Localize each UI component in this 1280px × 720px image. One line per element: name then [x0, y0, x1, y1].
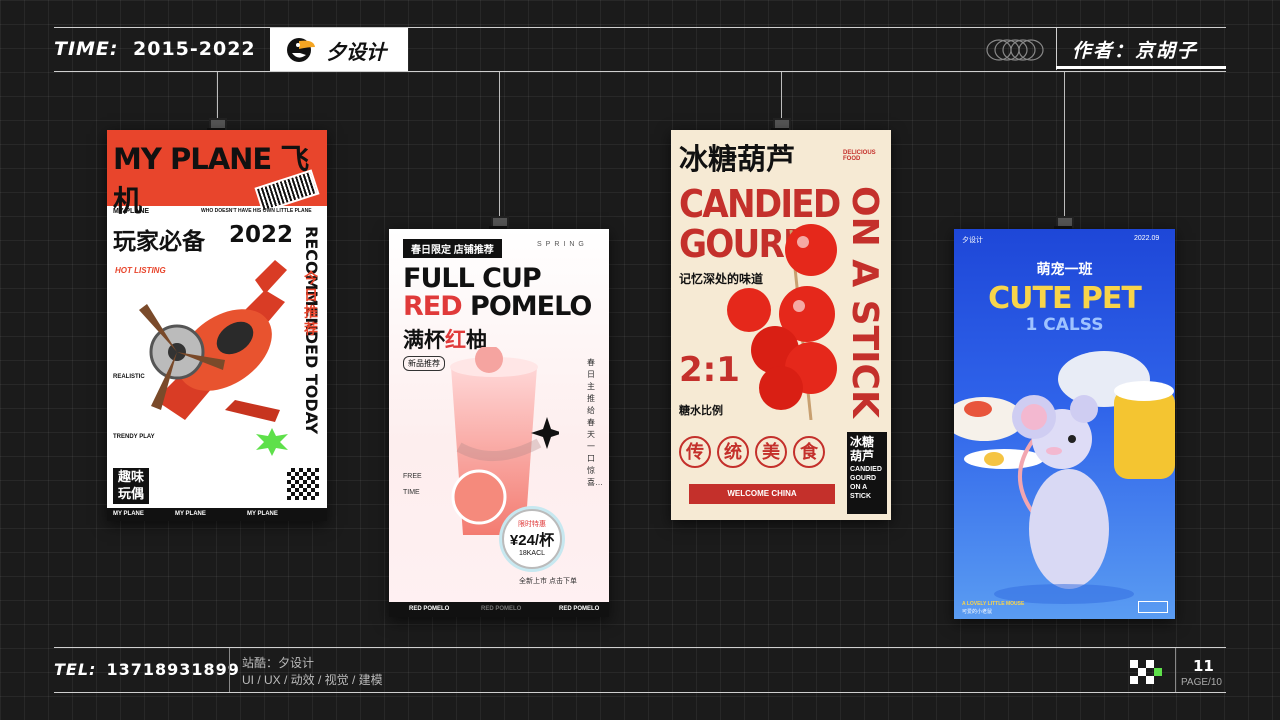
poster-red-pomelo[interactable]: 春日限定 店铺推荐 SPRING FULL CUP RED POMELO 满杯红…: [389, 229, 609, 617]
poster-date: 2022.09: [1134, 235, 1160, 242]
author-underline: [1056, 66, 1226, 69]
author: 作者：京胡子: [1072, 40, 1199, 62]
sugar-ratio-label: 糖水比例: [679, 405, 723, 417]
time-label: TIME:: [54, 38, 119, 60]
price-badge[interactable]: 限时特惠 ¥24/杯 18KACL: [502, 509, 562, 569]
welcome-china-ribbon: WELCOME CHINA: [689, 484, 835, 504]
poster-corner-logo: [1138, 601, 1168, 613]
label-realistic: REALISTIC: [113, 374, 145, 380]
spring-limited-tag: 春日限定 店铺推荐: [403, 239, 502, 258]
fun-toy-badge: 趣味玩偶: [113, 468, 149, 504]
strip-left: MY PLANE: [113, 208, 150, 215]
binder-clip-2: [489, 216, 509, 229]
traditional-food-circles: 传统美食: [679, 436, 831, 468]
candied-gourd-box: 冰糖葫芦 CANDIED GOURD ON A STICK: [847, 432, 887, 514]
binder-clip-4: [1054, 216, 1074, 229]
poster-headline-line2: RED POMELO: [403, 291, 592, 322]
hanging-string-1: [217, 72, 218, 122]
poster-cn-title: 冰糖葫芦: [679, 142, 796, 176]
time-value: 2015-2022: [133, 38, 256, 60]
spring-label: SPRING: [537, 241, 588, 248]
price-label: 限时特惠: [518, 521, 546, 528]
lovely-mouse-cn: 可爱的小老鼠: [962, 609, 993, 615]
delicious-food-label: DELICIOUS FOOD: [843, 150, 876, 162]
green-starburst-badge: [256, 428, 288, 456]
poster-cn-title: 萌宠一班: [1036, 261, 1093, 277]
poster-my-plane[interactable]: MY PLANE 飞机 MY PLANE WHO DOESN'T HAVE HI…: [107, 130, 327, 521]
toucan-logo-icon: [287, 38, 315, 62]
poster-year: 2022: [229, 222, 294, 248]
header-top-line: [54, 27, 1226, 28]
trad-char: 食: [793, 436, 825, 468]
hanging-string-4: [1064, 72, 1065, 220]
tel-label: TEL:: [54, 660, 97, 679]
poster-strip: MY PLANE WHO DOESN'T HAVE HIS OWN LITTLE…: [107, 206, 327, 218]
box-en-text: CANDIED GOURD ON A STICK: [850, 466, 882, 500]
footer-divider-1: [229, 648, 230, 692]
poster-brand: 夕设计: [962, 237, 983, 244]
label-trendy-play: TRENDY PLAY: [113, 434, 155, 440]
footer-bottom-line: [54, 692, 1226, 693]
site-line-2: UI / UX / 动效 / 视觉 / 建模: [242, 673, 383, 687]
order-now-text: 全新上市 点击下单: [519, 578, 577, 585]
vertical-cn-recommended: 今日推荐: [304, 270, 318, 337]
poster-subtitle: 1 CALSS: [1025, 315, 1104, 335]
header-divider: [1056, 28, 1057, 70]
price-value: ¥24/杯: [509, 532, 555, 549]
footer-divider-2: [1175, 648, 1176, 692]
checker-logo-icon: [1130, 660, 1162, 684]
cute-mouse-illustration: [954, 351, 1175, 604]
trad-char: 美: [755, 436, 787, 468]
page-total: PAGE/10: [1181, 677, 1222, 688]
poster-cute-pet[interactable]: 夕设计 2022.09 萌宠一班 CUTE PET 1 CALSS A LOVE…: [954, 229, 1175, 619]
trad-char: 传: [679, 436, 711, 468]
site-line-1: 站酷：夕设计: [242, 656, 315, 670]
sugar-ratio: 2:1: [679, 350, 740, 390]
poster-headline: CUTE PET: [988, 281, 1142, 316]
poster-headline-line1: FULL CUP: [403, 263, 542, 294]
price-kcal: 18KACL: [518, 550, 546, 557]
logo-text: 夕设计: [326, 40, 386, 64]
hanging-string-3: [781, 72, 782, 122]
vertical-free-time: FREE TIME: [403, 473, 422, 496]
hanging-string-2: [499, 72, 500, 220]
lovely-mouse-en: A LOVELY LITTLE MOUSE: [962, 601, 1025, 607]
strip-right: WHO DOESN'T HAVE HIS OWN LITTLE PLANE: [201, 208, 312, 214]
poster-candied-gourd[interactable]: 冰糖葫芦 DELICIOUS FOOD CANDIED GOURD ON A S…: [671, 130, 891, 520]
rings-decoration-icon: [986, 39, 1044, 61]
qr-code[interactable]: [287, 468, 319, 500]
tel-value: 13718931899: [106, 660, 240, 679]
phone-number[interactable]: TEL: 13718931899: [54, 660, 240, 679]
vertical-recommended: RECOMMENDED TODAY: [302, 226, 321, 435]
vertical-side-copy: 春日主推 给春天一口惊喜…: [587, 358, 603, 487]
poster-footer: RED POMELO RED POMELO RED POMELO: [389, 602, 609, 617]
header-bottom-line: [54, 71, 1226, 72]
binder-clip-3: [771, 118, 791, 131]
poster-footer: MY PLANE MY PLANE MY PLANE: [107, 508, 327, 521]
brand-logo[interactable]: 夕设计: [270, 28, 408, 71]
page-number: 11: [1193, 657, 1214, 675]
toy-plane-illustration: [139, 260, 287, 422]
trad-char: 统: [717, 436, 749, 468]
binder-clip-1: [207, 118, 227, 131]
box-cn-text: 冰糖葫芦: [850, 435, 875, 463]
